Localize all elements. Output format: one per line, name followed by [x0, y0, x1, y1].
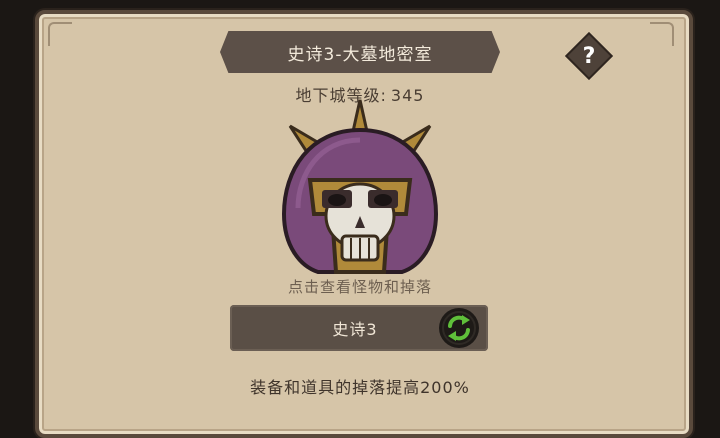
drop-bonus-text: 装备和道具的掉落提高200% [250, 378, 470, 397]
panel-corner-ornament [650, 22, 674, 46]
help-question-icon: ? [582, 43, 596, 69]
swap-arrows-icon[interactable] [438, 307, 480, 349]
view-monsters-drops-hint[interactable]: 点击查看怪物和掉落 [0, 276, 720, 297]
panel-corner-ornament [48, 22, 72, 46]
skull-helmet-icon[interactable] [270, 96, 450, 286]
dungeon-title-banner: 史诗3-大墓地密室 [220, 31, 500, 73]
help-button[interactable]: ? [564, 31, 614, 81]
difficulty-button[interactable]: 史诗3 [230, 305, 488, 351]
dungeon-title: 史诗3-大墓地密室 [287, 44, 433, 65]
